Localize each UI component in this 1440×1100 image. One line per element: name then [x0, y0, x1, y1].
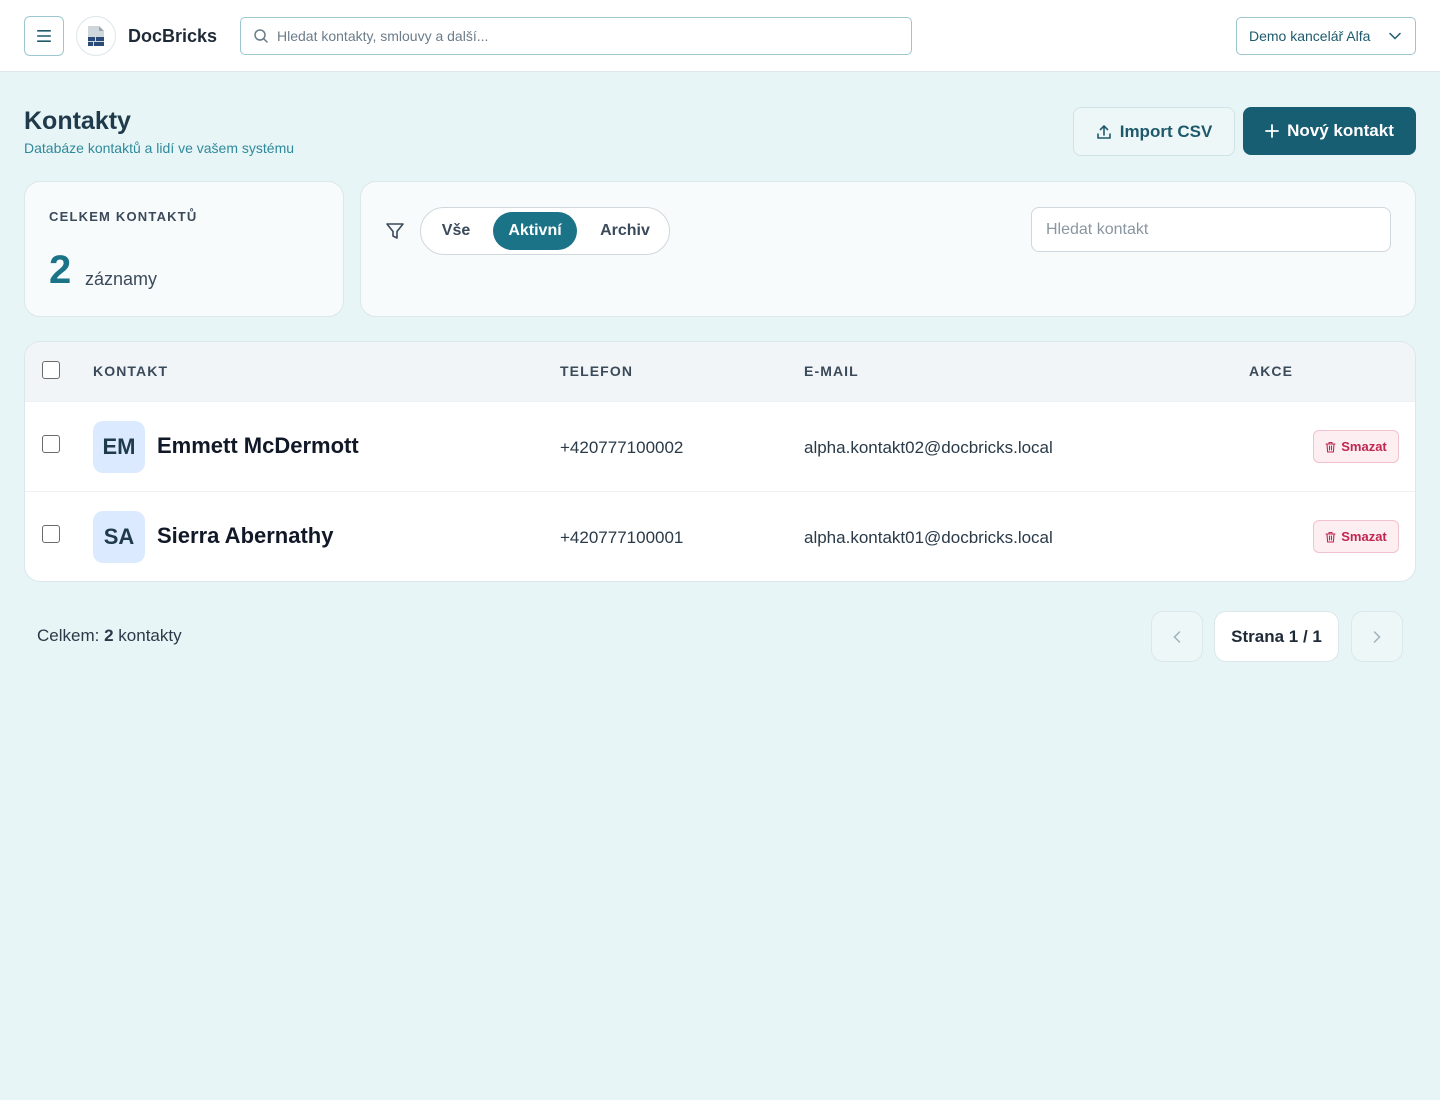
column-email: E-MAIL: [804, 363, 859, 379]
next-page-button[interactable]: [1351, 611, 1403, 662]
brand-logo[interactable]: [76, 16, 116, 56]
column-phone: TELEFON: [560, 363, 634, 379]
chevron-right-icon: [1373, 630, 1381, 643]
brand-name: DocBricks: [128, 26, 218, 46]
total-contacts-count: 2: [49, 248, 72, 292]
contact-search[interactable]: [1031, 207, 1391, 252]
avatar: EM: [93, 421, 145, 473]
total-count: 2: [104, 626, 114, 645]
avatar: SA: [93, 511, 145, 563]
search-icon: [254, 29, 268, 43]
chevron-left-icon: [1173, 630, 1181, 643]
tab-all[interactable]: Vše: [427, 212, 485, 250]
filter-icon: [386, 223, 404, 239]
contact-email: alpha.kontakt02@docbricks.local: [804, 438, 1053, 457]
logo-icon: [88, 26, 104, 46]
contact-search-input[interactable]: [1046, 220, 1376, 239]
upload-icon: [1096, 124, 1111, 139]
trash-icon: [1325, 531, 1336, 543]
page-indicator: Strana 1 / 1: [1214, 611, 1339, 662]
page-subtitle: Databáze kontaktů a lidí ve vašem systém…: [24, 140, 295, 156]
total-suffix: kontakty: [118, 626, 182, 645]
office-selector[interactable]: Demo kancelář Alfa: [1236, 17, 1416, 55]
table-header: KONTAKT TELEFON E-MAIL AKCE: [25, 342, 1415, 401]
row-checkbox[interactable]: [42, 435, 60, 453]
total-prefix: Celkem:: [37, 626, 100, 645]
new-contact-label: Nový kontakt: [1287, 121, 1394, 140]
contacts-table: KONTAKT TELEFON E-MAIL AKCE EM Emmett Mc…: [24, 341, 1416, 582]
tab-archive[interactable]: Archiv: [587, 212, 663, 250]
total-summary: Celkem: 2 kontakty: [37, 626, 182, 646]
select-all-checkbox[interactable]: [42, 361, 60, 379]
page-title: Kontakty: [24, 107, 131, 135]
contact-phone: +420777100001: [560, 528, 684, 547]
total-contacts-label: CELKEM KONTAKTŮ: [49, 209, 198, 224]
delete-button[interactable]: Smazat: [1313, 430, 1399, 463]
total-contacts-unit: záznamy: [85, 269, 158, 289]
delete-label: Smazat: [1341, 439, 1387, 454]
filter-card: Vše Aktivní Archiv: [360, 181, 1416, 317]
prev-page-button[interactable]: [1151, 611, 1203, 662]
column-contact: KONTAKT: [93, 363, 169, 379]
office-selector-label: Demo kancelář Alfa: [1249, 28, 1371, 44]
menu-button[interactable]: [24, 16, 64, 56]
import-csv-button[interactable]: Import CSV: [1073, 107, 1235, 156]
import-csv-label: Import CSV: [1119, 121, 1213, 141]
column-actions: AKCE: [1249, 363, 1294, 379]
new-contact-button[interactable]: Nový kontakt: [1243, 107, 1416, 155]
contact-email: alpha.kontakt01@docbricks.local: [804, 528, 1053, 547]
row-checkbox[interactable]: [42, 525, 60, 543]
table-row[interactable]: SA Sierra Abernathy +420777100001 alpha.…: [25, 491, 1415, 581]
plus-icon: [1265, 124, 1280, 138]
total-contacts-card: CELKEM KONTAKTŮ 2 záznamy: [24, 181, 344, 317]
table-row[interactable]: EM Emmett McDermott +420777100002 alpha.…: [25, 401, 1415, 491]
contact-name[interactable]: Emmett McDermott: [157, 433, 359, 459]
top-bar: DocBricks Demo kancelář Alfa: [0, 0, 1440, 72]
global-search-input[interactable]: [277, 28, 877, 44]
chevron-down-icon: [1389, 32, 1401, 40]
delete-label: Smazat: [1341, 529, 1387, 544]
global-search[interactable]: [240, 17, 912, 55]
trash-icon: [1325, 441, 1336, 453]
hamburger-icon: [37, 30, 51, 42]
delete-button[interactable]: Smazat: [1313, 520, 1399, 553]
tab-active[interactable]: Aktivní: [493, 212, 577, 250]
status-filter-tabs: Vše Aktivní Archiv: [420, 207, 670, 255]
contact-name[interactable]: Sierra Abernathy: [157, 523, 333, 549]
contact-phone: +420777100002: [560, 438, 684, 457]
